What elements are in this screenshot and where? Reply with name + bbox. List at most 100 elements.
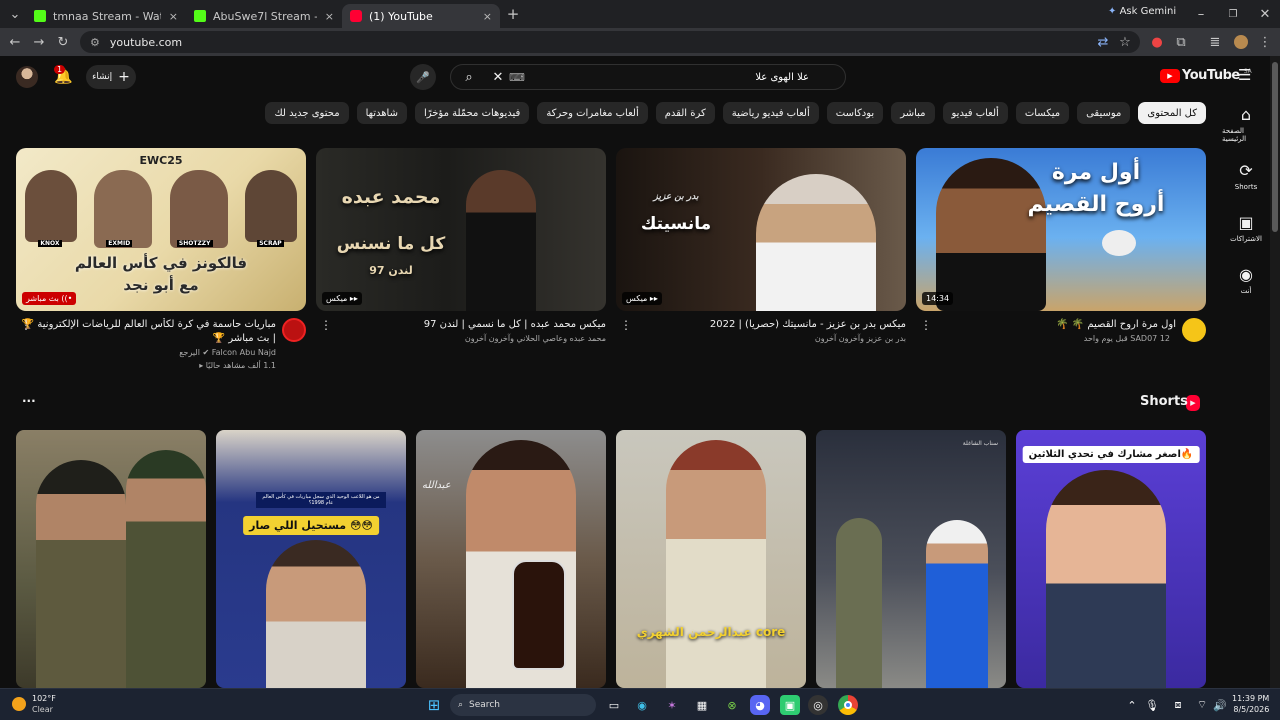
chrome-menu-icon[interactable]: ⋮ (1254, 31, 1276, 53)
reading-list-icon[interactable]: ≣ (1204, 31, 1226, 53)
search-icon[interactable]: ⌕ (451, 70, 487, 85)
chip-mixes[interactable]: ميكسات (1015, 102, 1070, 124)
close-icon[interactable]: × (483, 10, 492, 23)
tray-chevron-icon[interactable]: ⌃ (1122, 695, 1142, 715)
rail-home[interactable]: ⌂ الصفحة الرئيسية (1222, 98, 1270, 150)
video-card[interactable]: أول مرة أروح القصيم 14:34 اول مرة اروح ا… (916, 148, 1206, 368)
volume-icon[interactable]: 🔊 (1210, 695, 1230, 715)
channel-name[interactable]: Falcon Abu Najd ✔ اليرجع (16, 346, 306, 359)
video-thumbnail[interactable]: مانسيتك بدر بن عزيز ميكس ▸▸ (616, 148, 906, 311)
close-icon[interactable]: × (325, 10, 334, 23)
channel-avatar[interactable] (282, 318, 306, 342)
address-bar[interactable]: ⚙ youtube.com (80, 31, 1140, 53)
video-title[interactable]: اول مرة اروح القصيم 🌴 🌴 (916, 318, 1206, 332)
chip-all[interactable]: كل المحتوى (1138, 102, 1206, 124)
close-window-icon[interactable]: ✕ (1254, 3, 1276, 25)
short-card[interactable]: عبدالله (416, 430, 606, 688)
account-avatar[interactable] (16, 66, 38, 88)
video-card[interactable]: مانسيتك بدر بن عزيز ميكس ▸▸ ميكس بدر بن … (616, 148, 906, 368)
close-icon[interactable]: × (169, 10, 178, 23)
more-options-icon[interactable]: ⋮ (620, 318, 632, 332)
clear-search-icon[interactable]: ✕ (487, 70, 509, 85)
video-title[interactable]: ميكس بدر بن عزيز - مانسيتك (حصريا) | 202… (616, 318, 906, 332)
taskbar-search[interactable]: ⌕ Search (450, 694, 596, 716)
wifi-icon[interactable]: ⌔ (1192, 695, 1212, 715)
keyboard-icon[interactable]: ⌨ (509, 71, 525, 84)
video-thumbnail[interactable]: أول مرة أروح القصيم 14:34 (916, 148, 1206, 311)
chip-live[interactable]: مباشر (891, 102, 935, 124)
chip-video-games[interactable]: ألعاب فيديو (942, 102, 1008, 124)
tray-app-icon[interactable]: ⧈ (1168, 695, 1188, 715)
chip-watched[interactable]: شاهدتها (356, 102, 407, 124)
guide-menu-icon[interactable]: ☰ (1238, 66, 1251, 84)
weather-widget[interactable]: 102°F Clear (12, 693, 56, 715)
tab-youtube[interactable]: (1) YouTube × (342, 4, 500, 28)
short-card[interactable]: اصغر مشارك في تحدي الثلاثين🔥 (1016, 430, 1206, 688)
translate-icon[interactable]: ⇄ (1092, 31, 1114, 53)
tab-kick-abuswe7l[interactable]: AbuSwe7l Stream - Watch Live × (186, 4, 342, 28)
video-thumbnail[interactable]: محمد عبده كل ما نسنس لندن 97 ميكس ▸▸ (316, 148, 606, 311)
shelf-more-icon[interactable]: ··· (22, 394, 36, 408)
channel-name[interactable]: بدر بن عزيز وآخرون آخرون (616, 332, 906, 345)
xbox-icon[interactable]: ⊗ (722, 695, 742, 715)
rail-subscriptions[interactable]: ▣ الاشتراكات (1222, 202, 1270, 254)
search-input[interactable]: علا الهوى علا (525, 72, 845, 83)
minimize-icon[interactable]: – (1190, 3, 1212, 25)
video-card[interactable]: محمد عبده كل ما نسنس لندن 97 ميكس ▸▸ ميك… (316, 148, 606, 368)
scrollbar-thumb[interactable] (1272, 62, 1278, 232)
more-options-icon[interactable]: ⋮ (920, 318, 932, 332)
copilot-icon[interactable]: ✶ (662, 695, 682, 715)
ask-gemini-button[interactable]: ✦ Ask Gemini (1108, 6, 1176, 17)
extension-icon[interactable]: ● (1146, 31, 1168, 53)
reload-icon[interactable]: ↻ (52, 31, 74, 53)
page-scrollbar[interactable] (1270, 56, 1280, 688)
chrome-icon[interactable] (838, 695, 858, 715)
tab-kick-tmnaa[interactable]: tmnaa Stream - Watch Live on K × (26, 4, 186, 28)
new-tab-button[interactable]: + (502, 3, 524, 25)
rail-you[interactable]: ◉ أنت (1222, 254, 1270, 306)
extensions-puzzle-icon[interactable]: ⧉ (1170, 31, 1192, 53)
chip-recently-uploaded[interactable]: فيديوهات محمّلة مؤخرًا (414, 102, 530, 124)
chip-podcasts[interactable]: بودكاست (826, 102, 884, 124)
bookmark-star-icon[interactable]: ☆ (1114, 31, 1136, 53)
app-icon[interactable]: ▣ (780, 695, 800, 715)
discord-icon[interactable]: ◕ (750, 695, 770, 715)
obs-icon[interactable]: ◎ (808, 695, 828, 715)
search-box[interactable]: ⌕ ✕ ⌨ علا الهوى علا (450, 64, 846, 90)
chip-sports-games[interactable]: ألعاب فيديو رياضية (722, 102, 819, 124)
chip-music[interactable]: موسيقى (1077, 102, 1131, 124)
restore-icon[interactable]: ❐ (1222, 3, 1244, 25)
channel-name[interactable]: SAD07 (1130, 334, 1157, 343)
chip-new-to-you[interactable]: محتوى جديد لك (265, 102, 349, 124)
chip-action-adventure[interactable]: ألعاب مغامرات وحركة (537, 102, 648, 124)
edge-icon[interactable]: ◉ (632, 695, 652, 715)
forward-icon[interactable]: → (28, 31, 50, 53)
task-view-icon[interactable]: ▭ (604, 695, 624, 715)
store-icon[interactable]: ▦ (692, 695, 712, 715)
more-options-icon[interactable]: ⋮ (320, 318, 332, 332)
channel-name[interactable]: محمد عبده وعاصي الحلاني وآخرون آخرون (316, 332, 606, 345)
create-label: إنشاء (92, 72, 113, 82)
tab-search-icon[interactable]: ⌄ (4, 3, 26, 25)
rail-shorts[interactable]: ⟳ Shorts (1222, 150, 1270, 202)
short-card[interactable]: عبدالرحمن الشهري core (616, 430, 806, 688)
short-card[interactable]: سناب الشاغلة (816, 430, 1006, 688)
create-button[interactable]: إنشاء + (86, 65, 136, 89)
video-thumbnail[interactable]: EWC25 KNOX EXMID SHOTZZY SCRAP فالكونز ف… (16, 148, 306, 311)
site-info-icon[interactable]: ⚙ (90, 36, 100, 49)
short-card[interactable] (16, 430, 206, 688)
microphone-icon[interactable]: 🎙 (1142, 695, 1162, 715)
profile-avatar[interactable] (1230, 31, 1252, 53)
more-options-icon[interactable]: ⋮ (20, 318, 32, 332)
back-icon[interactable]: ← (4, 31, 26, 53)
video-title[interactable]: مباريات حاسمة في كرة لكأس العالم للرياضا… (16, 318, 306, 346)
chip-football[interactable]: كرة القدم (655, 102, 715, 124)
video-card[interactable]: EWC25 KNOX EXMID SHOTZZY SCRAP فالكونز ف… (16, 148, 306, 370)
channel-avatar[interactable] (1182, 318, 1206, 342)
video-title[interactable]: ميكس محمد عبده | كل ما نسمي | لندن 97 (316, 318, 606, 332)
start-icon[interactable]: ⊞ (424, 695, 444, 715)
short-card[interactable]: من هو اللاعب الوحيد الذي سجل مباريات في … (216, 430, 406, 688)
clock[interactable]: 11:39 PM 8/5/2026 (1232, 693, 1269, 715)
voice-search-button[interactable]: 🎤 (410, 64, 436, 90)
shorts-shelf-header: ··· ▶ Shorts (0, 392, 1220, 416)
